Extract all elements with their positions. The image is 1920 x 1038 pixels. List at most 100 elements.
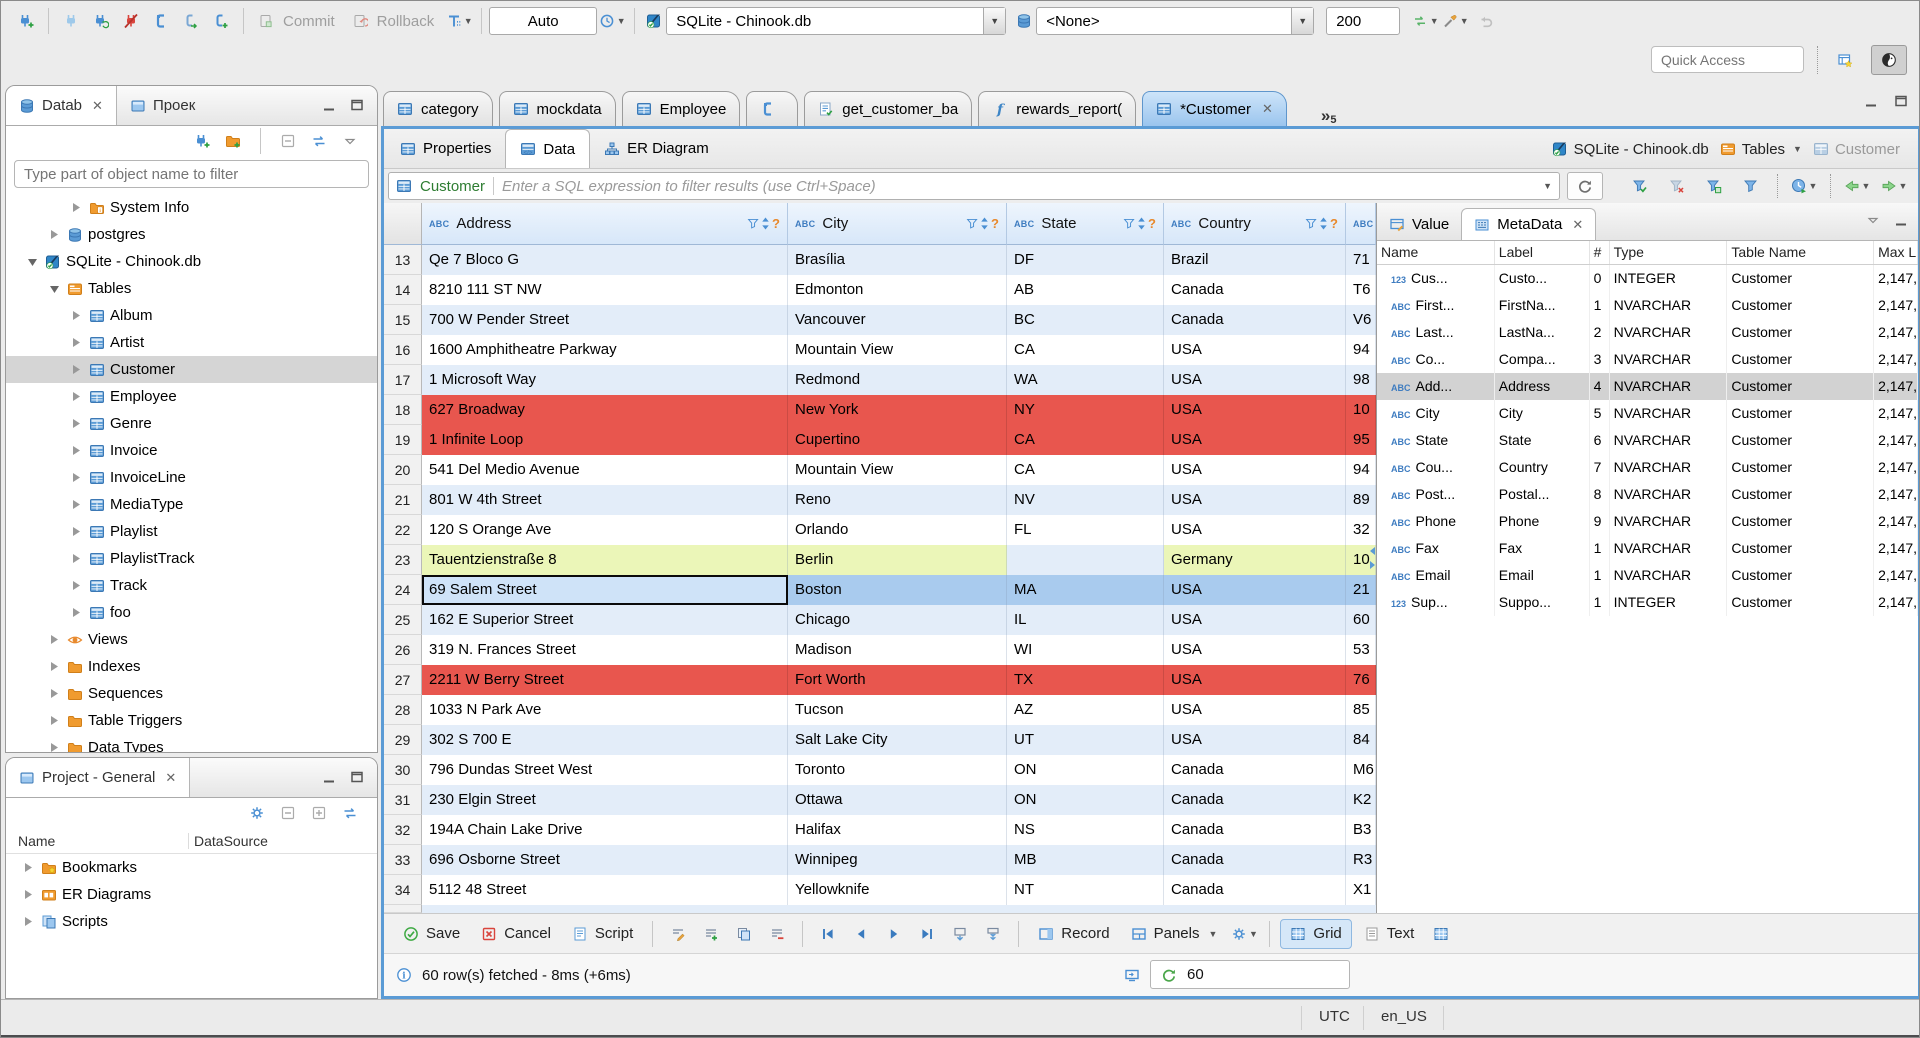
tree-item-mediatype[interactable]: MediaType bbox=[6, 491, 377, 518]
meta-column-max-l[interactable]: Max L bbox=[1874, 241, 1919, 264]
grid-cell[interactable]: BC bbox=[1007, 305, 1164, 335]
duplicate-row-button[interactable] bbox=[729, 919, 759, 949]
tree-expander[interactable] bbox=[20, 916, 36, 927]
tree-item-data-types[interactable]: Data Types bbox=[6, 734, 377, 752]
script-button[interactable]: Script bbox=[563, 919, 642, 949]
tree-expander[interactable] bbox=[68, 607, 84, 618]
project-item-bookmarks[interactable]: Bookmarks bbox=[6, 854, 377, 881]
refresh-results-button[interactable] bbox=[1567, 172, 1603, 200]
sql-editor-button[interactable] bbox=[146, 6, 176, 36]
next-row-button[interactable] bbox=[879, 919, 909, 949]
new-connection-button[interactable] bbox=[11, 6, 41, 36]
tree-expander[interactable] bbox=[68, 337, 84, 348]
maximize-icon[interactable] bbox=[349, 97, 365, 113]
meta-row-suppo-[interactable]: 123 Sup... Suppo... 1 INTEGER Customer 2,… bbox=[1377, 589, 1918, 616]
grid-cell[interactable]: B3 bbox=[1346, 815, 1376, 845]
breadcrumb-sqlite-chinook-db[interactable]: SQLite - Chinook.db bbox=[1552, 141, 1709, 158]
combo-dropdown-button[interactable]: ▼ bbox=[1291, 8, 1314, 34]
tree-expander[interactable] bbox=[68, 391, 84, 402]
grid-cell[interactable]: FL bbox=[1007, 515, 1164, 545]
tree-item-customer[interactable]: Customer bbox=[6, 356, 377, 383]
transaction-mode-button[interactable]: ▼ bbox=[444, 6, 474, 36]
grid-cell[interactable]: Germany bbox=[1164, 545, 1346, 575]
sort-arrows-icon[interactable] bbox=[1137, 217, 1146, 230]
filter-funnel-icon[interactable] bbox=[1123, 217, 1136, 230]
grid-cell[interactable]: Berlin bbox=[788, 545, 1007, 575]
editor-tab-3[interactable] bbox=[746, 91, 799, 126]
column-header-datasource[interactable]: DataSource bbox=[189, 833, 268, 849]
tree-expander[interactable] bbox=[68, 310, 84, 321]
grid-cell[interactable]: 541 Del Medio Avenue bbox=[422, 455, 788, 485]
previous-result-button[interactable]: ▼ bbox=[1842, 171, 1872, 201]
tree-item-postgres[interactable]: postgres bbox=[6, 221, 377, 248]
edit-cell-button[interactable] bbox=[663, 919, 693, 949]
grid-cell[interactable]: NT bbox=[1007, 875, 1164, 905]
grid-cell[interactable]: Tucson bbox=[788, 695, 1007, 725]
row-number[interactable]: 13 bbox=[384, 245, 422, 275]
grid-cell[interactable]: Yellowknife bbox=[788, 875, 1007, 905]
auto-refresh-box[interactable]: 60 bbox=[1150, 960, 1350, 989]
grid-cell[interactable]: Tauentzienstraße 8 bbox=[422, 545, 788, 575]
tree-expander[interactable] bbox=[68, 553, 84, 564]
row-number[interactable]: 28 bbox=[384, 695, 422, 725]
grid-cell[interactable]: Canada bbox=[1164, 275, 1346, 305]
last-row-button[interactable] bbox=[912, 919, 942, 949]
tree-expander[interactable] bbox=[24, 257, 40, 267]
panel-sash-handle[interactable] bbox=[1368, 541, 1376, 575]
collapse-all-button[interactable] bbox=[277, 130, 299, 152]
column-header-city[interactable]: ABC City ? bbox=[788, 203, 1007, 245]
grid-cell[interactable]: Winnipeg bbox=[788, 845, 1007, 875]
grid-cell[interactable]: USA bbox=[1164, 665, 1346, 695]
grid-cell[interactable]: 1600 Amphitheatre Parkway bbox=[422, 335, 788, 365]
grid-cell[interactable]: Toronto bbox=[788, 755, 1007, 785]
grid-cell[interactable]: USA bbox=[1164, 695, 1346, 725]
grid-cell[interactable]: Mountain View bbox=[788, 335, 1007, 365]
row-number[interactable]: 19 bbox=[384, 425, 422, 455]
meta-row-fax[interactable]: ABCFax Fax 1 NVARCHAR Customer 2,147,483 bbox=[1377, 535, 1918, 562]
grid-cell[interactable]: USA bbox=[1164, 605, 1346, 635]
editor-tab-5[interactable]: f rewards_report( bbox=[978, 91, 1137, 126]
grid-cell[interactable]: Brazil bbox=[1164, 245, 1346, 275]
tree-expander[interactable] bbox=[46, 229, 62, 240]
meta-row-lastna-[interactable]: ABC Last... LastNa... 2 NVARCHAR Customer… bbox=[1377, 319, 1918, 346]
undo-button[interactable] bbox=[1470, 6, 1500, 36]
export-monitor-icon[interactable] bbox=[1124, 967, 1140, 983]
tree-expander[interactable] bbox=[20, 889, 36, 900]
row-number[interactable]: 14 bbox=[384, 275, 422, 305]
meta-column-label[interactable]: Label bbox=[1495, 241, 1590, 264]
panels-button[interactable]: Panels ▼ bbox=[1122, 919, 1227, 949]
sort-arrows-icon[interactable] bbox=[980, 217, 989, 230]
text-mode-button[interactable]: Text bbox=[1355, 919, 1424, 949]
grid-cell[interactable]: Qe 7 Bloco G bbox=[422, 245, 788, 275]
tree-expander[interactable] bbox=[68, 202, 84, 213]
grid-cell[interactable]: 53 bbox=[1346, 635, 1376, 665]
row-number[interactable]: 31 bbox=[384, 785, 422, 815]
previous-row-button[interactable] bbox=[846, 919, 876, 949]
link-with-editor-button[interactable] bbox=[339, 802, 361, 824]
grid-cell[interactable]: X1 bbox=[1346, 875, 1376, 905]
subtab-er-diagram[interactable]: ER Diagram bbox=[590, 129, 723, 168]
tree-item-genre[interactable]: Genre bbox=[6, 410, 377, 437]
expand-all-button[interactable] bbox=[308, 802, 330, 824]
tree-expander[interactable] bbox=[68, 445, 84, 456]
grid-cell[interactable]: 69 Salem Street bbox=[422, 575, 788, 605]
meta-column-type[interactable]: Type bbox=[1610, 241, 1728, 264]
grid-cell[interactable]: AZ bbox=[1007, 695, 1164, 725]
row-number[interactable]: 15 bbox=[384, 305, 422, 335]
grid-cell[interactable]: NY bbox=[1007, 395, 1164, 425]
auto-refresh-button[interactable]: ▼ bbox=[1789, 171, 1819, 201]
grid-cell[interactable]: 10 bbox=[1346, 395, 1376, 425]
grid-cell[interactable]: 60 bbox=[1346, 605, 1376, 635]
row-number[interactable]: 32 bbox=[384, 815, 422, 845]
new-connection-button[interactable] bbox=[191, 130, 213, 152]
grid-cell[interactable]: Canada bbox=[1164, 755, 1346, 785]
grid-cell[interactable]: USA bbox=[1164, 425, 1346, 455]
view-menu-icon[interactable] bbox=[1865, 212, 1881, 228]
grid-cell[interactable]: Cupertino bbox=[788, 425, 1007, 455]
open-sql-console-button[interactable] bbox=[176, 6, 206, 36]
grid-cell[interactable]: 627 Broadway bbox=[422, 395, 788, 425]
grid-cell[interactable]: CA bbox=[1007, 335, 1164, 365]
dbeaver-perspective-button[interactable] bbox=[1871, 45, 1907, 75]
project-item-er-diagrams[interactable]: ER Diagrams bbox=[6, 881, 377, 908]
grid-cell[interactable]: USA bbox=[1164, 485, 1346, 515]
